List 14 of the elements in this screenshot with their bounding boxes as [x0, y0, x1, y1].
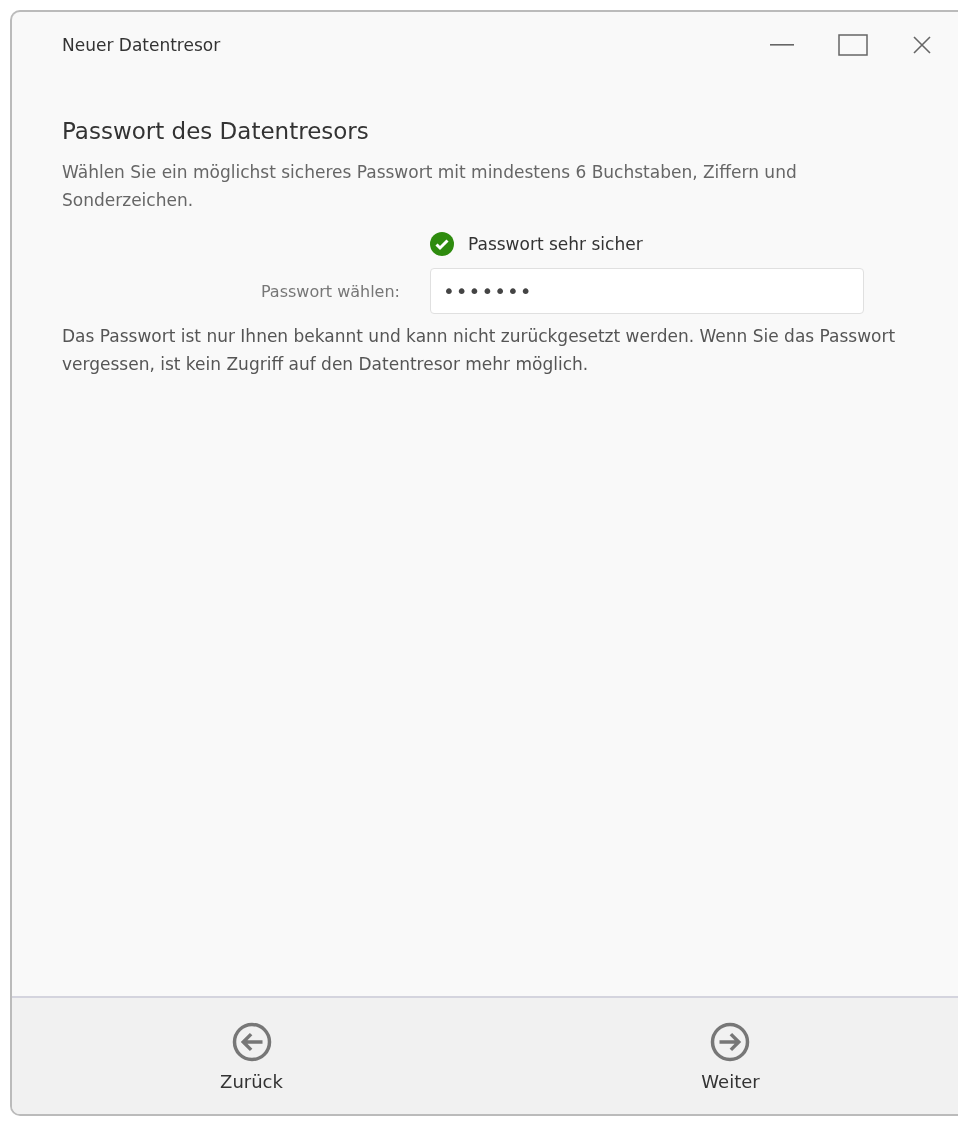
maximize-icon — [838, 34, 868, 56]
minimize-icon — [770, 43, 794, 47]
back-button[interactable]: Zurück — [216, 1016, 287, 1096]
password-field[interactable]: ••••••• — [430, 268, 864, 314]
strength-text: Passwort sehr sicher — [468, 234, 643, 254]
page-heading: Passwort des Datentresors — [62, 118, 370, 144]
left-arrow-circle-icon — [230, 1020, 273, 1063]
right-arrow-circle-icon — [709, 1020, 752, 1063]
next-button[interactable]: Weiter — [697, 1016, 764, 1096]
password-label: Passwort wählen: — [259, 281, 400, 301]
close-icon — [912, 35, 932, 55]
description-text: Wählen Sie ein möglichst sicheres Passwort mit mindestens 6 Buchstaben, Ziffern und Sonderzeichen. — [62, 161, 798, 212]
window-title: Neuer Datentresor — [62, 35, 221, 55]
note-text: Das Passwort ist nur Ihnen bekannt und kann nicht zurückgesetzt werden. Wenn Sie das Passwort vergessen, ist kein Zugriff auf den Datentresor mehr möglich. — [62, 325, 897, 376]
